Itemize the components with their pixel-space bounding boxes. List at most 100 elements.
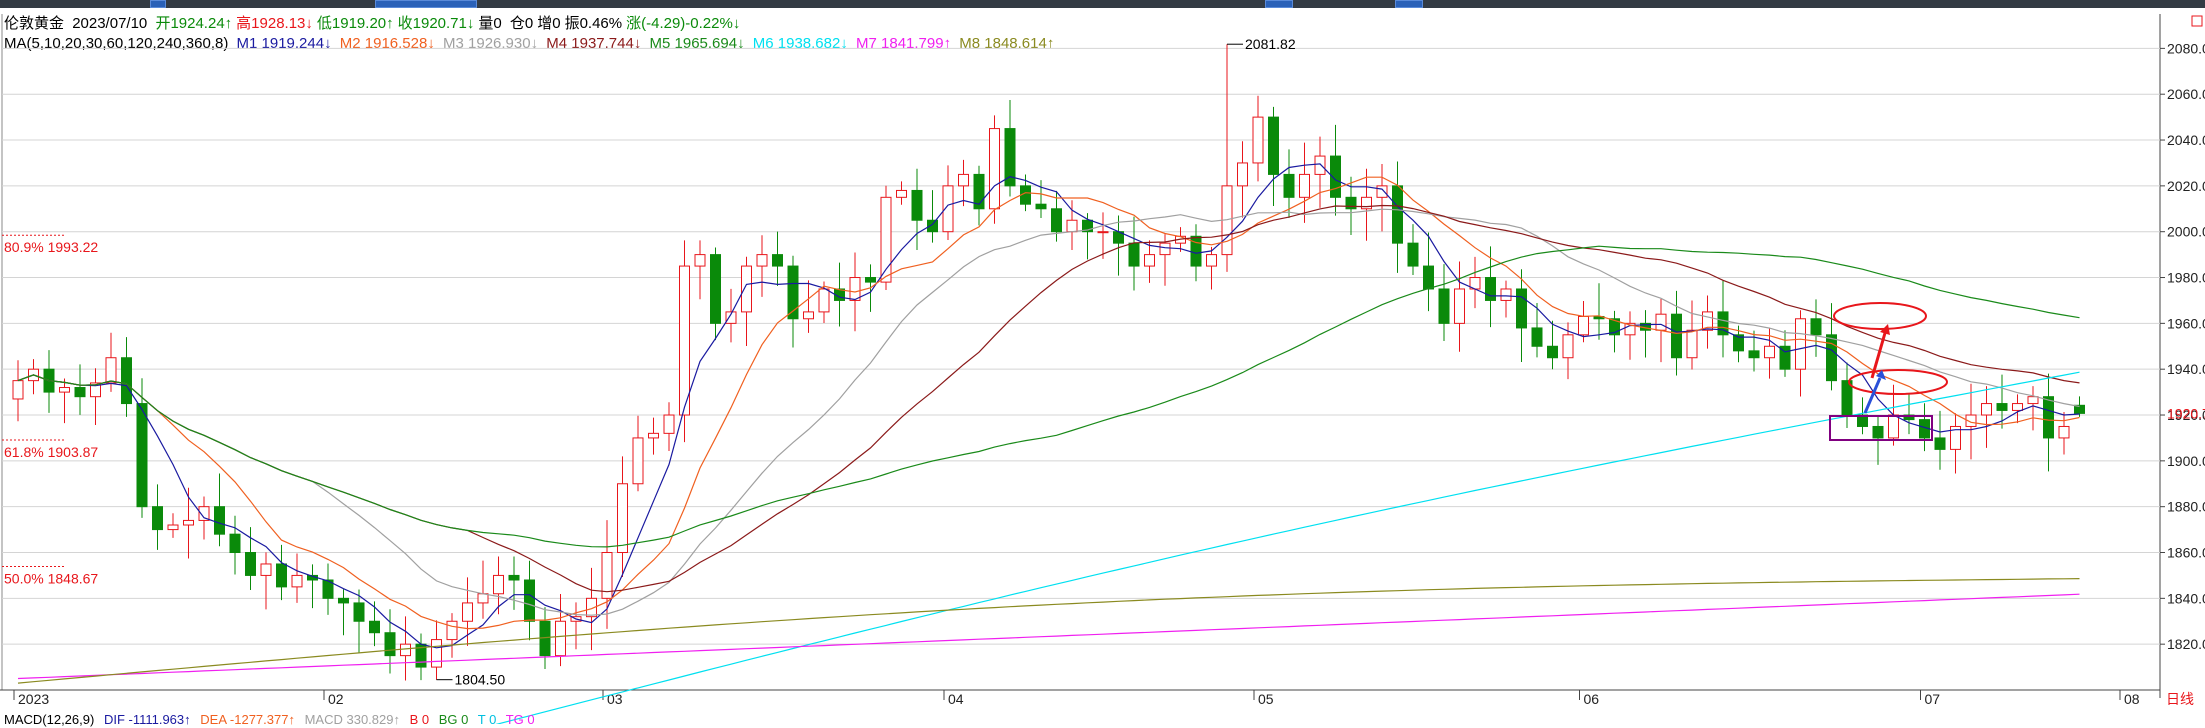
drawn-ellipse[interactable] (1833, 302, 1927, 330)
candle-body[interactable] (772, 254, 783, 267)
candle-body[interactable] (183, 519, 194, 526)
candle-body[interactable] (1206, 254, 1217, 267)
candle-body[interactable] (260, 563, 272, 576)
candle-body[interactable] (1686, 329, 1698, 359)
candle-body[interactable] (384, 632, 396, 657)
candle-body[interactable] (1345, 196, 1357, 210)
candle-body[interactable] (214, 506, 225, 535)
candle-body[interactable] (431, 639, 442, 668)
candle-body[interactable] (1996, 403, 2008, 411)
candle-body[interactable] (617, 483, 628, 554)
candle-body[interactable] (663, 414, 675, 434)
ma-line (17, 163, 2080, 649)
candle-body[interactable] (679, 265, 690, 416)
candle-body[interactable] (1655, 313, 1667, 331)
candle-body[interactable] (508, 574, 520, 581)
candle-body[interactable] (291, 574, 303, 588)
candle-body[interactable] (524, 579, 535, 622)
candle-body[interactable] (338, 597, 349, 604)
candle-body[interactable] (74, 387, 86, 398)
candle-body[interactable] (1423, 265, 1434, 290)
candle-body[interactable] (1159, 242, 1171, 256)
candle-body[interactable] (896, 189, 907, 198)
period-label[interactable]: 日线 (2166, 692, 2194, 708)
candle-body[interactable] (1531, 327, 1543, 347)
candle-body[interactable] (105, 357, 117, 384)
candle-body[interactable] (555, 620, 566, 657)
candle-body[interactable] (1299, 173, 1310, 198)
candle-body[interactable] (245, 552, 256, 576)
candle-body[interactable] (1035, 203, 1047, 210)
candle-body[interactable] (276, 563, 287, 588)
candle-body[interactable] (2043, 396, 2054, 439)
candle-body[interactable] (1128, 242, 1140, 267)
candle-body[interactable] (1547, 345, 1558, 359)
candle-body[interactable] (1578, 315, 1589, 336)
candle-body[interactable] (1500, 288, 1512, 301)
candle-body[interactable] (152, 506, 163, 531)
candle-body[interactable] (493, 574, 504, 595)
candle-body[interactable] (1795, 318, 1806, 370)
candle-body[interactable] (1826, 334, 1837, 382)
candle-body[interactable] (229, 533, 241, 554)
candle-body[interactable] (1454, 288, 1465, 324)
corner-marker-icon[interactable] (2191, 15, 2203, 27)
candle-body[interactable] (1283, 173, 1295, 198)
candle-body[interactable] (1764, 345, 1775, 359)
candle-body[interactable] (710, 254, 721, 324)
candle-body[interactable] (1872, 425, 1884, 439)
candle-body[interactable] (865, 277, 876, 283)
candle-body[interactable] (121, 357, 132, 405)
candle-body[interactable] (1252, 116, 1264, 164)
candle-body[interactable] (1268, 116, 1279, 175)
candle-body[interactable] (756, 254, 768, 267)
candle-body[interactable] (2074, 404, 2085, 414)
candle-body[interactable] (462, 602, 473, 622)
candle-body[interactable] (400, 643, 411, 657)
candle-body[interactable] (1516, 288, 1527, 329)
candle-body[interactable] (1748, 350, 1760, 359)
candle-body[interactable] (958, 173, 969, 187)
candle-body[interactable] (1376, 185, 1388, 198)
candle-body[interactable] (353, 602, 365, 622)
candle-body[interactable] (1438, 288, 1450, 324)
candle-body[interactable] (1392, 185, 1403, 244)
candle-body[interactable] (1888, 414, 1899, 439)
candle-body[interactable] (741, 265, 752, 313)
candle-body[interactable] (1066, 219, 1078, 233)
macd-legend-item: TG 0 (505, 712, 535, 727)
candle-body[interactable] (818, 288, 830, 313)
candle-body[interactable] (12, 380, 24, 400)
candle-body[interactable] (1671, 313, 1682, 359)
x-tick-label: 2023 (18, 691, 49, 707)
candle-body[interactable] (803, 311, 814, 320)
candle-body[interactable] (911, 189, 923, 221)
candle-body[interactable] (1144, 254, 1155, 267)
candle-body[interactable] (1562, 334, 1574, 359)
candle-body[interactable] (1314, 155, 1326, 175)
candle-body[interactable] (1810, 318, 1822, 336)
candle-body[interactable] (136, 403, 148, 508)
candle-body[interactable] (1485, 277, 1496, 301)
candle-body[interactable] (632, 437, 644, 485)
candle-body[interactable] (694, 254, 706, 267)
candle-body[interactable] (167, 524, 179, 531)
candle-body[interactable] (1981, 403, 1992, 416)
candle-body[interactable] (477, 593, 489, 604)
candle-body[interactable] (1237, 162, 1248, 187)
macd-legend-item: BG 0 (438, 712, 469, 727)
candle-body[interactable] (1934, 437, 1946, 450)
candle-body[interactable] (1097, 231, 1109, 234)
candle-body[interactable] (1051, 208, 1062, 233)
candle-body[interactable] (648, 432, 659, 439)
candle-body[interactable] (849, 277, 861, 301)
candle-body[interactable] (446, 620, 458, 641)
candle-body[interactable] (2012, 403, 2023, 411)
candle-body[interactable] (369, 620, 380, 634)
candle-body[interactable] (989, 128, 1000, 210)
price-chart[interactable]: 1820.00 1840.00 1860.00 1880.00 1900.00 1920.… (0, 0, 2205, 724)
candle-body[interactable] (1407, 242, 1419, 267)
candle-body[interactable] (2027, 396, 2039, 405)
candle-body[interactable] (59, 387, 70, 393)
candle-body[interactable] (2058, 425, 2070, 439)
